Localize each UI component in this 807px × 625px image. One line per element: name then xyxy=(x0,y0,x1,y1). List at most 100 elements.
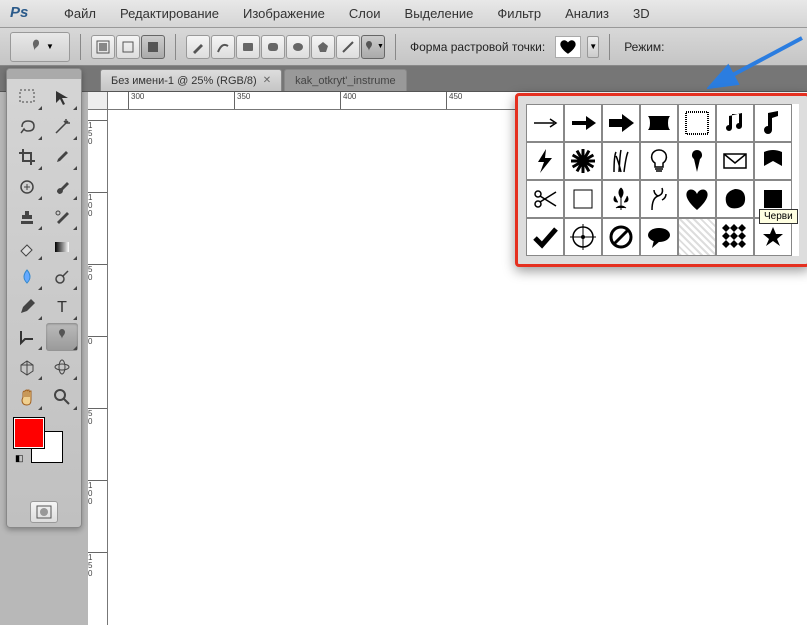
ruler-mark: 400 xyxy=(340,92,356,110)
app-logo: Ps xyxy=(10,4,42,24)
svg-text:T: T xyxy=(57,299,67,316)
rectangle-icon[interactable] xyxy=(236,35,260,59)
shape-ribbon[interactable] xyxy=(754,142,792,180)
polygon-icon[interactable] xyxy=(311,35,335,59)
tool-gradient[interactable] xyxy=(46,233,78,261)
tool-type[interactable]: T xyxy=(46,293,78,321)
shape-frame[interactable] xyxy=(678,104,716,142)
freeform-pen-icon[interactable] xyxy=(211,35,235,59)
foreground-color-swatch[interactable] xyxy=(13,417,45,449)
tool-zoom[interactable] xyxy=(46,383,78,411)
menu-edit[interactable]: Редактирование xyxy=(108,2,231,25)
tool-pen[interactable] xyxy=(11,293,43,321)
color-swatches: ◧ xyxy=(13,417,75,461)
menu-analysis[interactable]: Анализ xyxy=(553,2,621,25)
tab-kak-otkryt[interactable]: kak_otkryt'_instrume xyxy=(284,69,407,91)
menu-3d[interactable]: 3D xyxy=(621,2,662,25)
tool-crop[interactable] xyxy=(11,143,43,171)
shape-dropdown-button[interactable]: ▼ xyxy=(587,36,599,58)
tool-marquee[interactable] xyxy=(11,83,43,111)
panel-grip[interactable] xyxy=(7,69,81,79)
tool-hand[interactable] xyxy=(11,383,43,411)
tab-label: Без имени-1 @ 25% (RGB/8) xyxy=(111,75,257,87)
shape-puzzle[interactable]: Черви xyxy=(754,180,792,218)
tool-3d[interactable] xyxy=(11,353,43,381)
shape-target[interactable] xyxy=(564,218,602,256)
tool-brush[interactable] xyxy=(46,173,78,201)
tool-heal[interactable] xyxy=(11,173,43,201)
default-colors-icon[interactable]: ◧ xyxy=(15,453,24,464)
ruler-mark: 50 xyxy=(88,408,108,426)
menu-layers[interactable]: Слои xyxy=(337,2,393,25)
menu-file[interactable]: Файл xyxy=(52,2,108,25)
shape-blob[interactable] xyxy=(716,180,754,218)
rounded-rect-icon[interactable] xyxy=(261,35,285,59)
custom-shape-icon[interactable]: ▼ xyxy=(361,35,385,59)
tool-path[interactable] xyxy=(11,323,43,351)
ruler-mark: 0 xyxy=(88,336,108,346)
menu-select[interactable]: Выделение xyxy=(393,2,486,25)
shape-envelope[interactable] xyxy=(716,142,754,180)
document-tab-bar: Без имени-1 @ 25% (RGB/8) ✕ kak_otkryt'_… xyxy=(0,66,807,92)
tab-untitled-1[interactable]: Без имени-1 @ 25% (RGB/8) ✕ xyxy=(100,69,282,91)
tab-label: kak_otkryt'_instrume xyxy=(295,75,396,87)
shape-arrow-thin[interactable] xyxy=(526,104,564,142)
shape-diamond-pattern[interactable] xyxy=(716,218,754,256)
tool-history[interactable] xyxy=(46,203,78,231)
shape-lightning[interactable] xyxy=(526,142,564,180)
tool-eraser[interactable] xyxy=(11,233,43,261)
ruler-mark: 100 xyxy=(88,192,108,218)
shape-burst[interactable] xyxy=(564,142,602,180)
ellipse-icon[interactable] xyxy=(286,35,310,59)
toolbox-panel: T ◧ xyxy=(6,68,82,528)
shape-grid: Черви xyxy=(526,104,799,256)
shape-grass[interactable] xyxy=(602,142,640,180)
shape-vine[interactable] xyxy=(640,180,678,218)
shape-tooltip: Черви xyxy=(759,209,798,224)
shape-no[interactable] xyxy=(602,218,640,256)
tool-eyedrop[interactable] xyxy=(46,143,78,171)
menu-image[interactable]: Изображение xyxy=(231,2,337,25)
shape-heart[interactable] xyxy=(678,180,716,218)
menu-filter[interactable]: Фильтр xyxy=(485,2,553,25)
shape-scissors[interactable] xyxy=(526,180,564,218)
tool-3dcam[interactable] xyxy=(46,353,78,381)
ruler-mark: 50 xyxy=(88,264,108,282)
tool-shape[interactable] xyxy=(46,323,78,351)
vertical-ruler[interactable]: 15010050050100150 xyxy=(88,110,108,625)
current-shape-preview[interactable] xyxy=(555,36,581,58)
shape-banner[interactable] xyxy=(640,104,678,142)
shape-bulb[interactable] xyxy=(640,142,678,180)
ruler-mark: 300 xyxy=(128,92,144,110)
shape-music2[interactable] xyxy=(754,104,792,142)
shape-check[interactable] xyxy=(526,218,564,256)
tool-move[interactable] xyxy=(46,83,78,111)
shape-layer-button[interactable] xyxy=(91,35,115,59)
shape-arrow-bold[interactable] xyxy=(564,104,602,142)
fill-pixels-button[interactable] xyxy=(141,35,165,59)
shape-fleur[interactable] xyxy=(602,180,640,218)
tool-lasso[interactable] xyxy=(11,113,43,141)
ruler-mark: 150 xyxy=(88,120,108,146)
line-icon[interactable] xyxy=(336,35,360,59)
mode-label: Режим: xyxy=(624,40,664,54)
ruler-origin[interactable] xyxy=(88,92,108,110)
close-icon[interactable]: ✕ xyxy=(263,75,271,86)
tool-wand[interactable] xyxy=(46,113,78,141)
path-button[interactable] xyxy=(116,35,140,59)
ruler-mark: 450 xyxy=(446,92,462,110)
tool-preset-picker[interactable]: ▼ xyxy=(10,32,70,62)
ruler-mark: 350 xyxy=(234,92,250,110)
shape-speech[interactable] xyxy=(640,218,678,256)
tool-stamp[interactable] xyxy=(11,203,43,231)
shape-hatched[interactable] xyxy=(678,218,716,256)
shape-rect-outline[interactable] xyxy=(564,180,602,218)
shape-pin[interactable] xyxy=(678,142,716,180)
options-bar: ▼ ▼ Форма растровой точки: ▼ Режим: xyxy=(0,28,807,66)
tool-dodge[interactable] xyxy=(46,263,78,291)
tool-blur[interactable] xyxy=(11,263,43,291)
shape-music[interactable] xyxy=(716,104,754,142)
quick-mask-button[interactable] xyxy=(30,501,58,523)
pen-icon[interactable] xyxy=(186,35,210,59)
shape-arrow-solid[interactable] xyxy=(602,104,640,142)
